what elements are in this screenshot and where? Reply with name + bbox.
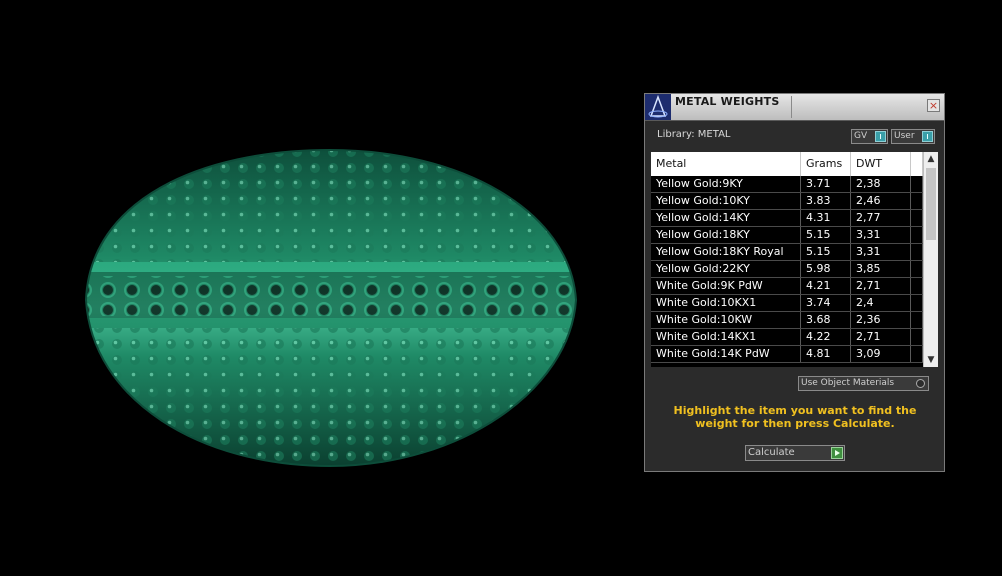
extra-cell bbox=[911, 295, 923, 311]
metal-cell: White Gold:10KX1 bbox=[651, 295, 801, 311]
metal-cell: Yellow Gold:18KY Royal bbox=[651, 244, 801, 260]
scroll-up-arrow-icon[interactable]: ▲ bbox=[924, 152, 938, 166]
grams-cell: 4.81 bbox=[801, 346, 851, 362]
close-button[interactable]: × bbox=[927, 99, 940, 112]
grams-cell: 5.15 bbox=[801, 244, 851, 260]
toggle-knob-icon bbox=[922, 131, 933, 142]
toggle-knob-icon bbox=[875, 131, 886, 142]
grams-cell: 5.15 bbox=[801, 227, 851, 243]
close-icon: × bbox=[928, 99, 939, 112]
dwt-cell: 3,85 bbox=[851, 261, 911, 277]
extra-cell bbox=[911, 210, 923, 226]
table-row[interactable]: Yellow Gold:18KY 5.15 3,31 bbox=[651, 227, 923, 244]
metal-cell: White Gold:10KW bbox=[651, 312, 801, 328]
metal-cell: Yellow Gold:10KY bbox=[651, 193, 801, 209]
dwt-cell: 3,31 bbox=[851, 244, 911, 260]
gv-toggle-label: GV bbox=[854, 131, 868, 141]
dwt-cell: 2,71 bbox=[851, 329, 911, 345]
table-row[interactable]: White Gold:14KX1 4.22 2,71 bbox=[651, 329, 923, 346]
extra-cell bbox=[911, 329, 923, 345]
metal-cell: Yellow Gold:22KY bbox=[651, 261, 801, 277]
grams-cell: 4.22 bbox=[801, 329, 851, 345]
extra-cell bbox=[911, 278, 923, 294]
grams-cell: 5.98 bbox=[801, 261, 851, 277]
dwt-cell: 2,36 bbox=[851, 312, 911, 328]
metal-cell: Yellow Gold:18KY bbox=[651, 227, 801, 243]
extra-cell bbox=[911, 227, 923, 243]
dwt-cell: 2,46 bbox=[851, 193, 911, 209]
ring-render bbox=[84, 148, 578, 468]
table-row[interactable]: White Gold:14K PdW 4.81 3,09 bbox=[651, 346, 923, 363]
extra-cell bbox=[911, 261, 923, 277]
panel-title: METAL WEIGHTS bbox=[675, 95, 780, 108]
dwt-cell: 2,77 bbox=[851, 210, 911, 226]
extra-cell bbox=[911, 193, 923, 209]
dwt-cell: 3,31 bbox=[851, 227, 911, 243]
metal-cell: Yellow Gold:14KY bbox=[651, 210, 801, 226]
library-label: Library: METAL bbox=[657, 129, 731, 140]
metal-cell: Yellow Gold:9KY bbox=[651, 176, 801, 192]
column-header-dwt[interactable]: DWT bbox=[851, 152, 911, 176]
panel-titlebar[interactable]: METAL WEIGHTS × bbox=[645, 94, 944, 121]
extra-cell bbox=[911, 346, 923, 362]
metal-table[interactable]: Metal Grams DWT Yellow Gold:9KY 3.71 2,38 … bbox=[651, 152, 938, 367]
user-toggle[interactable]: User bbox=[891, 129, 935, 144]
calculate-button[interactable]: Calculate bbox=[745, 445, 845, 461]
calculate-label: Calculate bbox=[748, 447, 795, 458]
extra-cell bbox=[911, 312, 923, 328]
table-row[interactable]: White Gold:10KW 3.68 2,36 bbox=[651, 312, 923, 329]
title-divider bbox=[791, 96, 792, 118]
metal-cell: White Gold:9K PdW bbox=[651, 278, 801, 294]
app-logo-icon bbox=[645, 94, 671, 120]
table-header: Metal Grams DWT bbox=[651, 152, 923, 176]
dwt-cell: 2,38 bbox=[851, 176, 911, 192]
dwt-cell: 2,4 bbox=[851, 295, 911, 311]
user-toggle-label: User bbox=[894, 131, 915, 141]
table-row[interactable]: White Gold:10KX1 3.74 2,4 bbox=[651, 295, 923, 312]
scroll-thumb[interactable] bbox=[926, 168, 936, 240]
extra-cell bbox=[911, 176, 923, 192]
extra-cell bbox=[911, 244, 923, 260]
table-row[interactable]: White Gold:9K PdW 4.21 2,71 bbox=[651, 278, 923, 295]
column-header-extra bbox=[911, 152, 923, 176]
grams-cell: 3.71 bbox=[801, 176, 851, 192]
radio-icon bbox=[916, 379, 925, 388]
instructions-text: Highlight the item you want to find the … bbox=[673, 404, 917, 430]
table-row[interactable]: Yellow Gold:10KY 3.83 2,46 bbox=[651, 193, 923, 210]
table-row[interactable]: Yellow Gold:18KY Royal 5.15 3,31 bbox=[651, 244, 923, 261]
grams-cell: 3.68 bbox=[801, 312, 851, 328]
metal-cell: White Gold:14KX1 bbox=[651, 329, 801, 345]
3d-viewport[interactable] bbox=[0, 0, 640, 572]
metal-cell: White Gold:14K PdW bbox=[651, 346, 801, 362]
grams-cell: 4.31 bbox=[801, 210, 851, 226]
grams-cell: 4.21 bbox=[801, 278, 851, 294]
table-scrollbar[interactable]: ▲ ▼ bbox=[923, 152, 938, 367]
scroll-down-arrow-icon[interactable]: ▼ bbox=[924, 353, 938, 367]
grams-cell: 3.83 bbox=[801, 193, 851, 209]
dwt-cell: 3,09 bbox=[851, 346, 911, 362]
column-header-metal[interactable]: Metal bbox=[651, 152, 801, 176]
metal-weights-panel: METAL WEIGHTS × Library: METAL GV User M… bbox=[644, 93, 945, 472]
table-row[interactable]: Yellow Gold:14KY 4.31 2,77 bbox=[651, 210, 923, 227]
use-object-materials-label: Use Object Materials bbox=[801, 378, 895, 388]
play-arrow-icon bbox=[831, 447, 843, 459]
grams-cell: 3.74 bbox=[801, 295, 851, 311]
use-object-materials-option[interactable]: Use Object Materials bbox=[798, 376, 929, 391]
table-row[interactable]: Yellow Gold:9KY 3.71 2,38 bbox=[651, 176, 923, 193]
table-row[interactable]: Yellow Gold:22KY 5.98 3,85 bbox=[651, 261, 923, 278]
gv-toggle[interactable]: GV bbox=[851, 129, 888, 144]
table-body: Yellow Gold:9KY 3.71 2,38 Yellow Gold:10KY… bbox=[651, 176, 923, 363]
column-header-grams[interactable]: Grams bbox=[801, 152, 851, 176]
dwt-cell: 2,71 bbox=[851, 278, 911, 294]
